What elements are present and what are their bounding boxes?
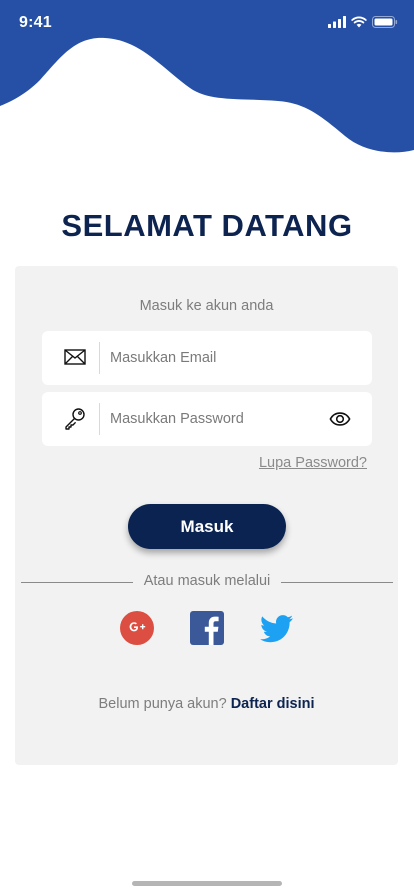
status-bar: 9:41 (0, 0, 414, 48)
email-field-divider (99, 342, 100, 374)
eye-icon[interactable] (329, 408, 351, 430)
wifi-icon (351, 16, 367, 28)
facebook-icon[interactable] (189, 610, 225, 646)
signup-link[interactable]: Daftar disini (231, 696, 315, 712)
email-input[interactable] (110, 331, 320, 385)
battery-icon (372, 16, 398, 28)
email-field[interactable] (42, 331, 372, 385)
login-screen: 9:41 SELAMAT DATANG Masuk ke akun anda M… (0, 0, 414, 896)
login-button[interactable]: Masuk (128, 504, 286, 549)
password-input[interactable] (110, 392, 320, 446)
envelope-icon (64, 349, 86, 365)
google-plus-icon[interactable] (119, 610, 155, 646)
alt-login-divider: Atau masuk melalui (21, 573, 393, 591)
cellular-signal-icon (328, 16, 346, 28)
password-field[interactable] (42, 392, 372, 446)
form-subtitle: Masuk ke akun anda (139, 298, 274, 314)
password-field-divider (99, 403, 100, 435)
login-card: Masuk ke akun anda Lu (15, 266, 398, 765)
signup-prompt: Belum punya akun? (98, 696, 227, 712)
forgot-password-link[interactable]: Lupa Password? (259, 455, 367, 471)
page-title: SELAMAT DATANG (61, 208, 353, 243)
status-time: 9:41 (19, 14, 52, 31)
key-icon (65, 408, 85, 430)
signup-row: Belum punya akun? Daftar disini (15, 696, 398, 712)
alt-login-label: Atau masuk melalui (143, 573, 271, 589)
status-icons (328, 16, 398, 28)
home-indicator[interactable] (132, 881, 282, 886)
divider-line-right (281, 582, 393, 583)
twitter-icon[interactable] (259, 610, 295, 646)
